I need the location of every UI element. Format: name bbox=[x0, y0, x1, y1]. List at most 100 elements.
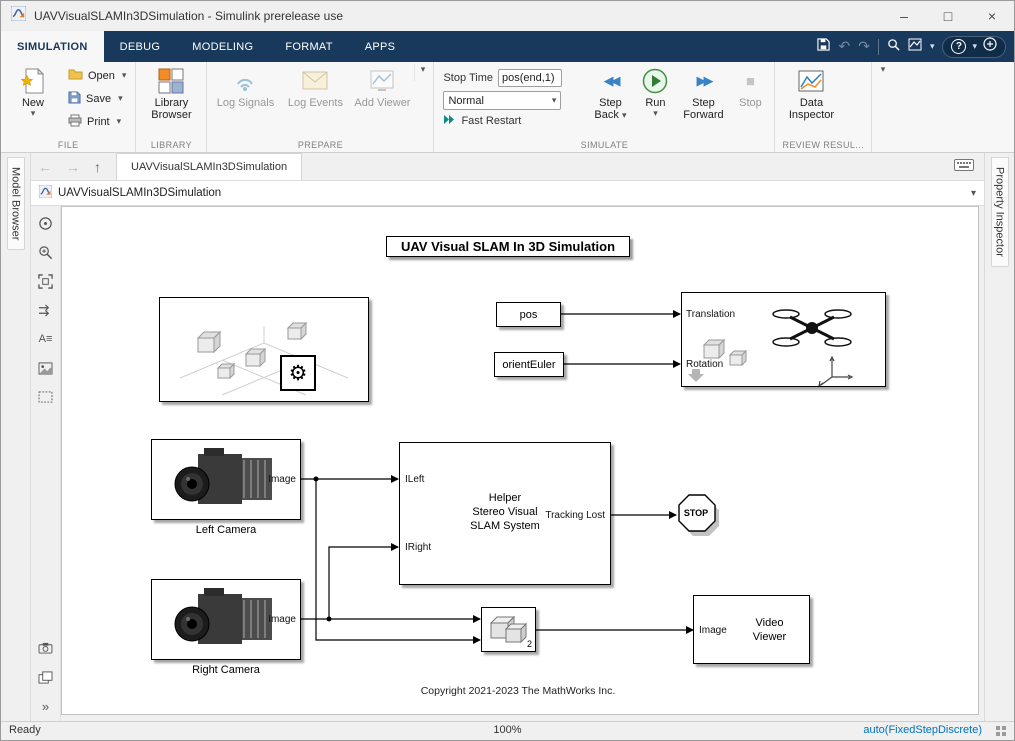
annotation-icon[interactable]: A≡ bbox=[37, 330, 55, 348]
area-box-icon[interactable] bbox=[37, 388, 55, 406]
close-button[interactable]: × bbox=[970, 1, 1014, 31]
add-viewer-button[interactable]: Add Viewer bbox=[350, 64, 414, 110]
redo-icon[interactable]: ↷ bbox=[858, 38, 870, 55]
stop-simulation-block[interactable]: STOP bbox=[676, 493, 720, 537]
save-button[interactable]: Save ▾ bbox=[62, 87, 132, 110]
section-prepare: Log Signals Log Events Add Viewer ▾ PREP… bbox=[207, 62, 435, 152]
tab-debug[interactable]: DEBUG bbox=[104, 31, 177, 62]
title-bar: UAVVisualSLAMIn3DSimulation - Simulink p… bbox=[1, 1, 1014, 31]
window-title: UAVVisualSLAMIn3DSimulation - Simulink p… bbox=[34, 9, 344, 23]
undo-icon[interactable]: ↶ bbox=[838, 38, 850, 55]
log-events-button[interactable]: Log Events bbox=[280, 64, 350, 110]
review-gallery-expand-button[interactable]: ▾ bbox=[875, 64, 891, 81]
search-icon[interactable] bbox=[887, 38, 900, 56]
chevron-down-icon: ▾ bbox=[121, 70, 127, 80]
help-icon[interactable]: ? bbox=[951, 39, 967, 54]
left-panel-strip: Model Browser bbox=[1, 153, 31, 721]
section-label-prepare: PREPARE bbox=[297, 140, 344, 150]
navigate-forward-icon[interactable]: → bbox=[59, 159, 87, 175]
ribbon: New ▾ Open ▾ Save ▾ Print ▾ FILE Library… bbox=[1, 62, 1014, 153]
maximize-button[interactable]: □ bbox=[926, 1, 970, 31]
chevron-down-icon[interactable]: ▾ bbox=[930, 41, 935, 52]
uav-3d-viewer-block[interactable]: Translation Rotation bbox=[681, 292, 886, 387]
breadcrumb-model-name: UAVVisualSLAMIn3DSimulation bbox=[58, 187, 222, 199]
left-camera-block[interactable]: Image bbox=[151, 439, 301, 520]
new-button[interactable]: New ▾ bbox=[4, 64, 62, 118]
image-annotation-icon[interactable] bbox=[37, 359, 55, 377]
printer-icon bbox=[68, 114, 82, 130]
chevron-down-icon: ▾ bbox=[621, 110, 627, 120]
toolstrip-options-icon[interactable] bbox=[983, 37, 997, 56]
print-button[interactable]: Print ▾ bbox=[62, 110, 132, 133]
zoom-icon[interactable] bbox=[37, 243, 55, 261]
video-viewer-text: Video Viewer bbox=[752, 617, 787, 643]
tab-apps[interactable]: APPS bbox=[349, 31, 412, 62]
tab-simulation[interactable]: SIMULATION bbox=[1, 31, 104, 62]
data-inspector-quick-icon[interactable] bbox=[908, 38, 922, 56]
section-review: Data Inspector REVIEW RESUL... bbox=[775, 62, 872, 152]
section-file: New ▾ Open ▾ Save ▾ Print ▾ FILE bbox=[1, 62, 137, 152]
stop-time-input[interactable] bbox=[497, 69, 562, 87]
library-browser-icon bbox=[158, 68, 184, 94]
viewmarks-icon[interactable] bbox=[37, 668, 55, 686]
envelope-icon bbox=[302, 68, 328, 94]
show-markup-icon[interactable] bbox=[37, 214, 55, 232]
new-file-icon bbox=[20, 68, 46, 94]
chevron-down-icon[interactable]: ▾ bbox=[971, 188, 976, 199]
left-camera-label: Left Camera bbox=[195, 524, 257, 536]
open-button[interactable]: Open ▾ bbox=[62, 64, 132, 87]
video-viewer-block[interactable]: Image Video Viewer bbox=[693, 595, 810, 664]
quick-save-icon[interactable] bbox=[817, 37, 831, 56]
section-label-simulate: SIMULATE bbox=[580, 140, 629, 150]
breadcrumb[interactable]: UAVVisualSLAMIn3DSimulation ▾ bbox=[31, 181, 984, 206]
chevron-down-icon: ▾ bbox=[653, 108, 658, 118]
right-panel-strip: Property Inspector bbox=[984, 153, 1014, 721]
fast-restart-button[interactable]: Fast Restart bbox=[443, 114, 581, 128]
step-forward-button[interactable]: ▶▶ Step Forward bbox=[677, 64, 729, 122]
scene-3d-icon bbox=[179, 321, 349, 396]
toolbar-separator bbox=[877, 38, 879, 55]
viewer-scope-icon bbox=[369, 68, 395, 94]
tab-format[interactable]: FORMAT bbox=[269, 31, 348, 62]
keyboard-shortcuts-icon[interactable] bbox=[954, 158, 974, 176]
document-tab-bar: ← → ↑ UAVVisualSLAMIn3DSimulation bbox=[31, 153, 984, 181]
helper-slam-block[interactable]: ILeft IRight Tracking Lost Helper Stereo… bbox=[399, 442, 611, 585]
tab-modeling[interactable]: MODELING bbox=[176, 31, 269, 62]
model-browser-tab[interactable]: Model Browser bbox=[6, 157, 25, 251]
scene-configuration-block[interactable]: ⚙ bbox=[159, 297, 369, 402]
section-label-review: REVIEW RESUL... bbox=[782, 140, 864, 150]
stop-button[interactable]: ■ Stop bbox=[729, 64, 771, 110]
section-label-library: LIBRARY bbox=[150, 140, 193, 150]
minimize-button[interactable]: – bbox=[882, 1, 926, 31]
right-camera-block[interactable]: Image bbox=[151, 579, 301, 660]
image-concatenate-block[interactable]: 2 bbox=[481, 607, 536, 652]
orient-euler-block[interactable]: orientEuler bbox=[494, 352, 564, 377]
chevron-down-icon: ▾ bbox=[118, 93, 123, 103]
step-forward-icon: ▶▶ bbox=[696, 73, 713, 88]
navigate-back-icon[interactable]: ← bbox=[31, 159, 59, 175]
chevron-down-icon: ▾ bbox=[420, 64, 426, 74]
section-library: Library Browser LIBRARY bbox=[136, 62, 208, 152]
section-simulate: Stop Time Normal ▾ Fast Restart bbox=[434, 62, 776, 152]
log-signals-button[interactable]: Log Signals bbox=[210, 64, 280, 110]
pos-block[interactable]: pos bbox=[496, 302, 561, 327]
model-canvas[interactable]: UAV Visual SLAM In 3D Simulation ⚙ pos o… bbox=[61, 206, 979, 715]
run-button[interactable]: Run ▾ bbox=[633, 64, 677, 118]
screenshot-icon[interactable] bbox=[37, 639, 55, 657]
step-back-button[interactable]: ◀◀ Step Back ▾ bbox=[587, 64, 633, 122]
model-document-tab[interactable]: UAVVisualSLAMIn3DSimulation bbox=[116, 153, 303, 180]
chevron-down-icon[interactable]: ▾ bbox=[972, 41, 977, 52]
library-browser-button[interactable]: Library Browser bbox=[139, 64, 203, 122]
data-inspector-button[interactable]: Data Inspector bbox=[778, 64, 844, 122]
expand-palette-icon[interactable]: » bbox=[37, 697, 55, 715]
prepare-gallery-expand-button[interactable]: ▾ bbox=[414, 64, 430, 81]
gear-icon: ⚙ bbox=[280, 355, 316, 391]
model-title-annotation[interactable]: UAV Visual SLAM In 3D Simulation bbox=[386, 236, 630, 257]
sample-time-icon[interactable] bbox=[37, 301, 55, 319]
simulation-mode-select[interactable]: Normal ▾ bbox=[443, 91, 562, 110]
status-solver[interactable]: auto(FixedStepDiscrete) bbox=[863, 724, 982, 736]
property-inspector-tab[interactable]: Property Inspector bbox=[990, 157, 1009, 267]
fit-to-view-icon[interactable] bbox=[37, 272, 55, 290]
chevron-down-icon: ▾ bbox=[880, 64, 886, 74]
navigate-up-icon[interactable]: ↑ bbox=[87, 159, 108, 175]
